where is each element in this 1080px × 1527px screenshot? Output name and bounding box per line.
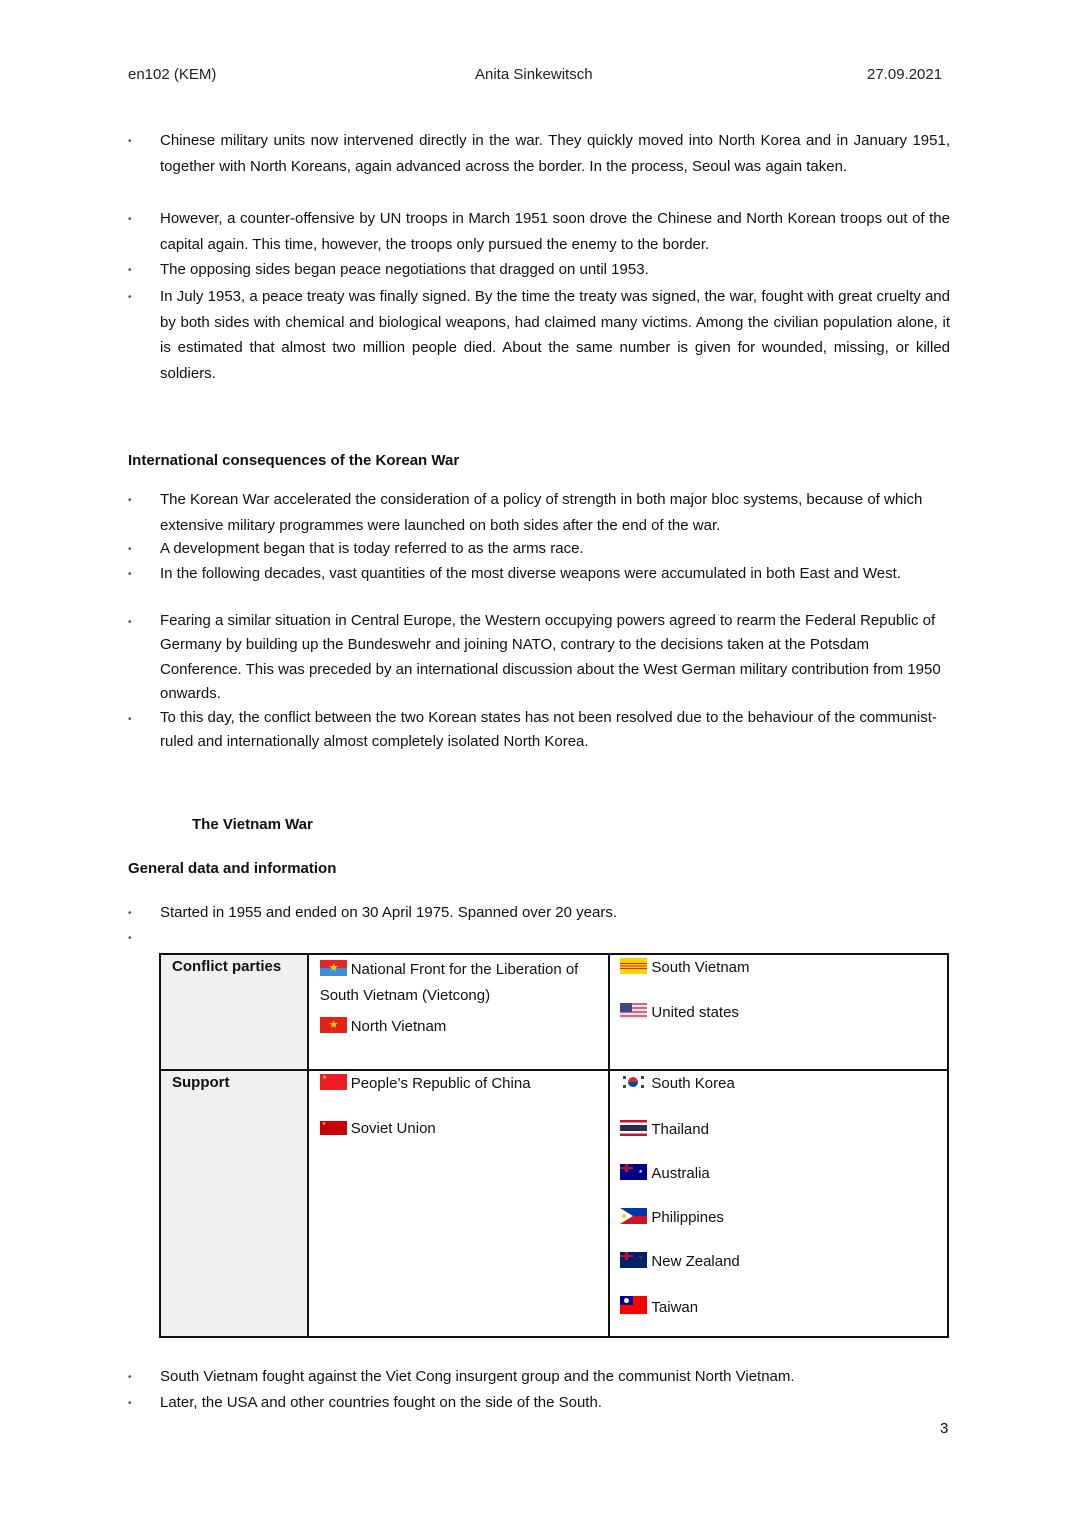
bullet-text: Fearing a similar situation in Central E… — [160, 612, 941, 702]
list-item: ★ Australia — [620, 1163, 947, 1185]
soviet-union-flag-icon: ★ — [319, 1121, 347, 1135]
bullet-dot: • — [128, 495, 132, 506]
side-a-cell: ★ National Front for the Liberation of S… — [306, 953, 611, 1071]
south-korea-flag-icon — [620, 1074, 648, 1090]
bullet-dot: • — [128, 1398, 132, 1409]
party-name: United states — [651, 1004, 739, 1021]
table-row: Conflict parties ★ National Front for th… — [159, 953, 949, 1071]
philippines-flag-icon — [620, 1208, 648, 1224]
bullet-text: Started in 1955 and ended on 30 April 19… — [160, 904, 618, 921]
list-item: ★ New Zealand — [620, 1251, 947, 1273]
china-flag-icon: ★ — [319, 1074, 347, 1090]
section-title: The Vietnam War — [192, 816, 313, 833]
bullet-dot: • — [128, 292, 132, 303]
side-b-cell: South Korea Thailand ★ Australia Philipp… — [608, 1069, 949, 1338]
north-vietnam-flag-icon: ★ — [319, 1017, 347, 1033]
taiwan-flag-icon — [620, 1296, 648, 1314]
bullet-text: Chinese military units now intervened di… — [160, 132, 950, 175]
bullet-dot: • — [128, 214, 132, 225]
conflict-parties-table: Conflict parties ★ National Front for th… — [159, 953, 949, 1338]
bullet-dot: • — [128, 544, 132, 555]
party-name: Philippines — [651, 1209, 724, 1226]
bullet-text: South Vietnam fought against the Viet Co… — [160, 1368, 795, 1385]
bullet-text: The Korean War accelerated the considera… — [160, 491, 923, 534]
bullet-text: In July 1953, a peace treaty was finally… — [160, 288, 950, 382]
party-name: Australia — [651, 1165, 710, 1182]
header-course: en102 (KEM) — [128, 66, 217, 83]
south-vietnam-flag-icon — [620, 958, 648, 974]
section-heading: International consequences of the Korean… — [128, 452, 460, 469]
usa-flag-icon — [620, 1003, 648, 1019]
section-heading: General data and information — [128, 860, 337, 877]
bullet-dot: • — [128, 1372, 132, 1383]
party-name: South Korea — [651, 1075, 735, 1092]
bullet-dot: • — [128, 569, 132, 580]
party-name: Taiwan — [651, 1299, 699, 1316]
bullet-dot: • — [128, 933, 132, 944]
list-item: South Korea — [620, 1073, 947, 1095]
bullet-dot: • — [128, 714, 132, 725]
bullet-text: However, a counter-offensive by UN troop… — [160, 210, 950, 253]
party-name: Soviet Union — [350, 1120, 436, 1137]
header-author: Anita Sinkewitsch — [475, 66, 593, 83]
party-name: National Front for the Liberation of Sou… — [319, 961, 579, 1004]
list-item: United states — [620, 1002, 947, 1024]
party-name: Thailand — [651, 1121, 709, 1138]
bullet-text: A development began that is today referr… — [160, 540, 584, 557]
list-item: South Vietnam — [620, 957, 947, 979]
vietcong-flag-icon: ★ — [319, 960, 347, 976]
page-number: 3 — [940, 1420, 949, 1437]
list-item: ★ People’s Republic of China — [319, 1073, 609, 1095]
list-item: Philippines — [620, 1207, 947, 1229]
bullet-dot: • — [128, 617, 132, 628]
bullet-dot: • — [128, 265, 132, 276]
new-zealand-flag-icon: ★ — [620, 1252, 648, 1268]
thailand-flag-icon — [620, 1120, 648, 1136]
party-name: New Zealand — [651, 1253, 740, 1270]
party-name: People’s Republic of China — [350, 1075, 531, 1092]
header-date: 27.09.2021 — [867, 66, 943, 83]
row-label: Support — [159, 1069, 309, 1338]
list-item: ★ Soviet Union — [319, 1118, 609, 1140]
party-name: North Vietnam — [350, 1018, 447, 1035]
list-item: ★ National Front for the Liberation of S… — [309, 955, 609, 1008]
bullet-text: To this day, the conflict between the tw… — [160, 709, 937, 750]
side-a-cell: ★ People’s Republic of China ★ Soviet Un… — [306, 1069, 611, 1338]
bullet-text: In the following decades, vast quantitie… — [160, 565, 901, 582]
bullet-text: Later, the USA and other countries fough… — [160, 1394, 602, 1411]
document-page: en102 (KEM) Anita Sinkewitsch 27.09.2021… — [0, 0, 1080, 1527]
party-name: South Vietnam — [651, 959, 750, 976]
side-b-cell: South Vietnam United states — [608, 953, 949, 1071]
bullet-dot: • — [128, 136, 132, 147]
bullet-text: The opposing sides began peace negotiati… — [160, 261, 649, 278]
australia-flag-icon: ★ — [620, 1164, 648, 1180]
list-item: Taiwan — [620, 1296, 947, 1318]
bullet-dot: • — [128, 908, 132, 919]
row-label: Conflict parties — [159, 953, 309, 1071]
list-item: ★ North Vietnam — [309, 1008, 609, 1038]
list-item: Thailand — [620, 1119, 947, 1141]
table-row: Support ★ People’s Republic of China ★ S… — [159, 1069, 949, 1338]
